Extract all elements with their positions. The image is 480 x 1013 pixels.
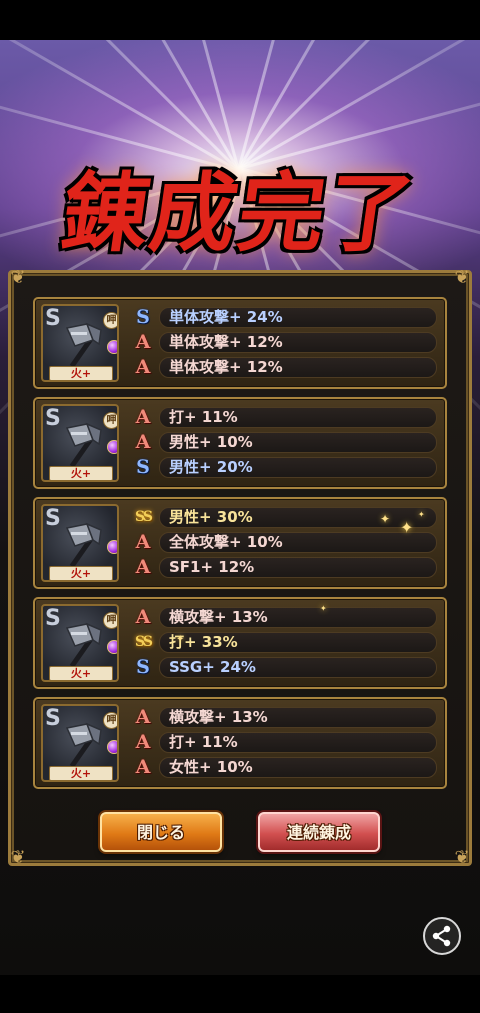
trait-text: 単体攻撃+ 24% <box>169 308 283 326</box>
trait-text: 横攻撃+ 13% <box>169 608 268 626</box>
element-badge: 火+ <box>49 466 113 480</box>
trait-row: A 単体攻撃+ 12% <box>131 356 437 378</box>
trait-row: S SSG+ 24% <box>131 656 437 678</box>
trait-row: A 打+ 11% <box>131 406 437 428</box>
ornament-icon: ❦ <box>10 267 26 288</box>
share-icon <box>432 925 451 947</box>
rank-badge: A <box>135 706 151 728</box>
trait-text: 打+ 11% <box>169 408 238 426</box>
axe-icon <box>65 722 102 768</box>
weapon-thumbnail: S 火+ 呷 <box>41 304 119 382</box>
rank-badge: A <box>135 331 151 353</box>
result-card: S 火+ 呷 A 横攻撃+ 13% SS 打+ 33% S SSG+ 24% <box>33 597 447 689</box>
close-button[interactable]: 閉じる <box>100 812 222 852</box>
weapon-thumbnail: S 火+ 呷 <box>41 704 119 782</box>
sparkle-icon: ✦ <box>418 510 425 519</box>
repeat-refine-button[interactable]: 連続錬成 <box>258 812 380 852</box>
weapon-thumbnail: S 火+ 呷 <box>41 604 119 682</box>
result-card: S 火+ 呷 S 単体攻撃+ 24% A 単体攻撃+ 12% A 単体攻撃+ 12% <box>33 297 447 389</box>
trait-row: A 打+ 11% <box>131 731 437 753</box>
trait-row: A 女性+ 10% <box>131 756 437 778</box>
navigation-bar <box>0 975 480 1013</box>
lock-icon: 呷 <box>103 312 117 329</box>
weapon-thumbnail: S 火+ 呷 <box>41 404 119 482</box>
lock-icon: 呷 <box>103 712 117 729</box>
rank-badge: A <box>135 606 151 628</box>
sparkle-icon: ✦ <box>380 512 391 526</box>
rank-badge: A <box>135 431 151 453</box>
rank-badge: A <box>135 556 151 578</box>
status-bar <box>0 0 480 40</box>
rank-badge: A <box>135 406 151 428</box>
weapon-thumbnail: S 火+ <box>41 504 119 582</box>
trait-text: SF1+ 12% <box>169 558 255 576</box>
ornament-icon: ❦ <box>454 847 470 868</box>
ornament-icon: ❦ <box>10 847 26 868</box>
trait-text: 女性+ 10% <box>169 758 253 776</box>
rank-badge: S <box>136 656 150 678</box>
sparkle-icon: ✦ <box>320 604 327 613</box>
trait-row: A 横攻撃+ 13% <box>131 706 437 728</box>
lock-icon: 呷 <box>103 412 117 429</box>
trait-row: A 男性+ 10% <box>131 431 437 453</box>
rank-badge: SS <box>135 634 153 650</box>
axe-icon <box>65 322 102 368</box>
trait-row: A SF1+ 12% <box>131 556 437 578</box>
trait-text: 男性+ 30% <box>169 508 253 526</box>
result-card: S 火+ 呷 A 打+ 11% A 男性+ 10% S 男性+ 20% <box>33 397 447 489</box>
result-card: S 火+ 呷 A 横攻撃+ 13% A 打+ 11% A 女性+ 10% <box>33 697 447 789</box>
trait-text: 打+ 11% <box>169 733 238 751</box>
rank-badge: A <box>135 356 151 378</box>
axe-icon <box>65 522 102 568</box>
share-button[interactable] <box>423 917 461 955</box>
trait-text: SSG+ 24% <box>169 658 256 676</box>
rank-badge: A <box>135 756 151 778</box>
sparkle-icon: ✦ <box>176 634 185 645</box>
trait-row: S 単体攻撃+ 24% <box>131 306 437 328</box>
rank-badge: A <box>135 531 151 553</box>
trait-row: A 横攻撃+ 13% <box>131 606 437 628</box>
sparkle-icon: ✦ <box>400 518 414 537</box>
element-badge: 火+ <box>49 366 113 380</box>
rank-badge: A <box>135 731 151 753</box>
axe-icon <box>65 422 102 468</box>
lock-icon: 呷 <box>103 612 117 629</box>
axe-icon <box>65 622 102 668</box>
page-title: 錬成完了 <box>55 162 422 264</box>
title-banner: 錬成完了 <box>0 130 480 280</box>
rank-badge: S <box>136 456 150 478</box>
trait-row: A 単体攻撃+ 12% <box>131 331 437 353</box>
trait-text: 男性+ 10% <box>169 433 253 451</box>
result-card: S 火+ SS 男性+ 30% A 全体攻撃+ 10% A SF1+ 12% <box>33 497 447 589</box>
trait-row: A 全体攻撃+ 10% <box>131 531 437 553</box>
purple-gem-icon <box>107 540 117 554</box>
trait-row: SS 男性+ 30% <box>131 506 437 528</box>
trait-text: 横攻撃+ 13% <box>169 708 268 726</box>
purple-gem-icon <box>107 440 117 454</box>
trait-text: 単体攻撃+ 12% <box>169 333 283 351</box>
trait-row: S 男性+ 20% <box>131 456 437 478</box>
purple-gem-icon <box>107 340 117 354</box>
trait-text: 男性+ 20% <box>169 458 253 476</box>
purple-gem-icon <box>107 740 117 754</box>
purple-gem-icon <box>107 640 117 654</box>
ornament-icon: ❦ <box>454 267 470 288</box>
rank-badge: SS <box>135 509 153 525</box>
trait-text: 単体攻撃+ 12% <box>169 358 283 376</box>
element-badge: 火+ <box>49 666 113 680</box>
rank-badge: S <box>136 306 150 328</box>
element-badge: 火+ <box>49 766 113 780</box>
element-badge: 火+ <box>49 566 113 580</box>
trait-text: 全体攻撃+ 10% <box>169 533 283 551</box>
